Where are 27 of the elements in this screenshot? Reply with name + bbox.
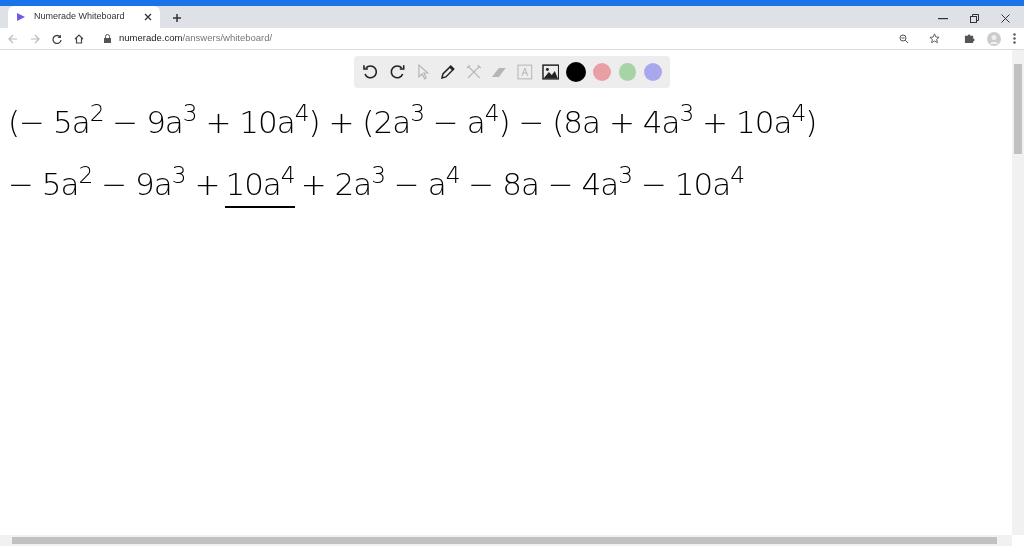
color-swatch[interactable] bbox=[618, 63, 637, 81]
lock-icon bbox=[104, 34, 111, 43]
logo-icon bbox=[16, 12, 26, 22]
handwritten-expression: (− 5a$^{2}$ − 9a$^{3}$ + 10a$^{4}$) + (2a$^{3}$ − a$^{4}$) − (8a + 4a$^{3}$ + 10a$^{4}$) bbox=[8, 98, 817, 142]
handwritten-expression: − 5a$^{2}$ − 9a$^{3}$ + 10a$^{4}$ + 2a$^{3}$ − a$^{4}$ − 8a − 4a$^{3}$ − 10a$^{4}$ bbox=[8, 160, 745, 208]
star-icon[interactable] bbox=[929, 33, 940, 44]
color-swatch[interactable] bbox=[593, 63, 611, 81]
vertical-scrollbar[interactable] bbox=[1012, 50, 1024, 535]
puzzle-icon[interactable] bbox=[964, 33, 975, 44]
pencil-icon[interactable] bbox=[439, 63, 457, 81]
zoom-icon[interactable] bbox=[899, 33, 909, 44]
home-icon[interactable] bbox=[74, 33, 84, 44]
reload-icon[interactable] bbox=[52, 33, 62, 44]
browser-tab[interactable]: Numerade Whiteboard bbox=[8, 6, 160, 28]
close-icon[interactable] bbox=[144, 13, 152, 21]
horizontal-scrollbar[interactable] bbox=[0, 535, 1012, 546]
undo-icon[interactable] bbox=[362, 63, 380, 81]
new-tab-icon[interactable] bbox=[172, 13, 182, 23]
tab-title: Numerade Whiteboard bbox=[34, 10, 126, 24]
close-icon[interactable] bbox=[1001, 14, 1010, 23]
menu-icon[interactable] bbox=[1013, 33, 1016, 44]
url-text: numerade.com/answers/whiteboard/ bbox=[119, 31, 273, 46]
color-swatch[interactable] bbox=[644, 63, 663, 81]
color-swatch[interactable] bbox=[567, 63, 586, 81]
image-icon[interactable] bbox=[541, 63, 560, 81]
minimize-icon[interactable] bbox=[938, 18, 948, 20]
restore-icon[interactable] bbox=[970, 14, 979, 23]
